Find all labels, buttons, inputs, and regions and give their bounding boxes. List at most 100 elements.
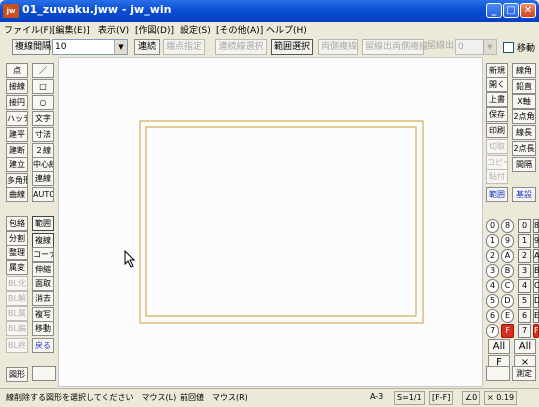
- menu-edit[interactable]: [編集(E)]: [52, 23, 90, 36]
- tool-tangent-circle[interactable]: 接円: [6, 95, 28, 110]
- tool-line[interactable]: ／: [32, 63, 54, 78]
- tool-corner[interactable]: コーナー: [32, 247, 54, 262]
- tool-polygon[interactable]: 多角形: [6, 173, 28, 188]
- tool-copy[interactable]: 複写: [32, 307, 54, 322]
- tool-double-line[interactable]: ２線: [32, 143, 54, 158]
- layer-status[interactable]: [F-F]: [429, 391, 454, 405]
- layer-group-8[interactable]: 8: [501, 219, 514, 233]
- angle-value[interactable]: ∠0: [462, 391, 481, 405]
- layer-group-4[interactable]: 4: [486, 279, 499, 293]
- layer-d[interactable]: D: [533, 294, 539, 308]
- tool-elevation[interactable]: 建立: [6, 157, 28, 172]
- tool-dimension[interactable]: 寸法: [32, 127, 54, 142]
- base-setting-button[interactable]: 基設: [512, 187, 536, 202]
- cut-button[interactable]: 切取: [486, 139, 508, 154]
- layer-group-7[interactable]: 7: [486, 324, 499, 338]
- offset-input[interactable]: 10 ▼: [52, 39, 128, 55]
- continuous-button[interactable]: 連続: [134, 39, 160, 55]
- tool-connect[interactable]: 連線: [32, 171, 54, 186]
- menu-settings[interactable]: 設定(S): [180, 23, 211, 36]
- tool-vertical[interactable]: 鉛直: [512, 79, 536, 94]
- end-out-input[interactable]: 0 ▼: [455, 39, 497, 55]
- tool-chamfer[interactable]: 面取: [32, 276, 54, 291]
- paste-button[interactable]: 貼付: [486, 169, 508, 184]
- layer-9[interactable]: 9: [533, 234, 539, 248]
- layer-group-2[interactable]: 2: [486, 249, 499, 263]
- endpoint-button[interactable]: 端点指定: [163, 39, 205, 55]
- layer-group-6[interactable]: 6: [486, 309, 499, 323]
- layer-group-b[interactable]: B: [501, 264, 514, 278]
- print-button[interactable]: 印刷: [486, 123, 508, 138]
- menu-help[interactable]: ヘルプ(H): [266, 23, 307, 36]
- file-overwrite-button[interactable]: 上書: [486, 92, 508, 107]
- tool-tangent[interactable]: 接線: [6, 79, 28, 94]
- layer-8[interactable]: 8: [533, 219, 539, 233]
- tool-figure[interactable]: 図形: [6, 367, 28, 382]
- layer-0[interactable]: 0: [518, 219, 531, 233]
- layer-7[interactable]: 7: [518, 324, 531, 338]
- layer-group-0[interactable]: 0: [486, 219, 499, 233]
- tool-line-length[interactable]: 線長: [512, 125, 536, 140]
- layer-1[interactable]: 1: [518, 234, 531, 248]
- tool-block-break[interactable]: BL解: [6, 291, 28, 306]
- tool-auto[interactable]: AUTO: [32, 187, 54, 202]
- measure-button[interactable]: 測定: [512, 366, 536, 381]
- layer-6[interactable]: 6: [518, 309, 531, 323]
- close-icon[interactable]: ✕: [520, 3, 536, 18]
- range-button[interactable]: 範囲: [486, 187, 508, 202]
- menu-file[interactable]: ファイル(F): [4, 23, 52, 36]
- layer-3[interactable]: 3: [518, 264, 531, 278]
- layer-e[interactable]: E: [533, 309, 539, 323]
- drawing-canvas[interactable]: [58, 57, 483, 387]
- layer-c[interactable]: C: [533, 279, 539, 293]
- layer-group-3[interactable]: 3: [486, 264, 499, 278]
- chevron-down-icon[interactable]: ▼: [114, 40, 127, 54]
- tool-hatch[interactable]: ハッチ: [6, 111, 28, 126]
- tool-curve[interactable]: 曲線: [6, 187, 28, 202]
- end-both-sides-button[interactable]: 留線出両側複線: [362, 39, 428, 55]
- layer-f-active[interactable]: F: [533, 324, 539, 338]
- tool-blank-left[interactable]: 空白: [32, 366, 56, 381]
- layer-5[interactable]: 5: [518, 294, 531, 308]
- tool-x-axis[interactable]: X軸: [512, 94, 536, 109]
- copy-button[interactable]: コピー: [486, 155, 508, 170]
- tool-interval[interactable]: 間隔: [512, 157, 536, 172]
- layer-group-1[interactable]: 1: [486, 234, 499, 248]
- menu-other[interactable]: [その他(A)]: [216, 23, 263, 36]
- layer-group-f-active[interactable]: F: [501, 324, 514, 338]
- layer-2[interactable]: 2: [518, 249, 531, 263]
- tool-rectangle[interactable]: □: [32, 79, 54, 94]
- layer-group-a[interactable]: A: [501, 249, 514, 263]
- layer-a[interactable]: A: [533, 249, 539, 263]
- tool-blank-right[interactable]: 空白: [486, 366, 510, 381]
- tool-block-attr[interactable]: BL属: [6, 306, 28, 321]
- tool-center-line[interactable]: 中心線: [32, 157, 54, 172]
- layer-group-9[interactable]: 9: [501, 234, 514, 248]
- tool-attr-change[interactable]: 属変: [6, 260, 28, 275]
- tool-undo[interactable]: 戻る: [32, 338, 54, 353]
- maximize-icon[interactable]: □: [503, 3, 519, 18]
- tool-block-make[interactable]: BL化: [6, 276, 28, 291]
- layer-4[interactable]: 4: [518, 279, 531, 293]
- tool-cleanup[interactable]: 整理: [6, 245, 28, 260]
- tool-erase[interactable]: 消去: [32, 291, 54, 306]
- tool-block-end[interactable]: BL終: [6, 338, 28, 353]
- zoom-value[interactable]: × 0.19: [484, 391, 518, 405]
- app-icon[interactable]: jw: [3, 4, 19, 18]
- tool-line-angle[interactable]: 線角: [512, 63, 536, 78]
- tool-text[interactable]: 文字: [32, 111, 54, 126]
- tool-range[interactable]: 範囲: [32, 216, 54, 231]
- menu-draw[interactable]: [作図(D)]: [135, 23, 174, 36]
- scale-value[interactable]: S=1/1: [394, 391, 425, 405]
- tool-envelope[interactable]: 包絡: [6, 216, 28, 231]
- layer-group-5[interactable]: 5: [486, 294, 499, 308]
- both-sides-button[interactable]: 両側複線: [318, 39, 358, 55]
- move-checkbox[interactable]: [503, 42, 514, 53]
- menu-view[interactable]: 表示(V): [98, 23, 129, 36]
- tool-plan[interactable]: 建平: [6, 127, 28, 142]
- tool-offset[interactable]: 複線: [32, 233, 54, 248]
- tool-extend[interactable]: 伸縮: [32, 262, 54, 277]
- layer-group-e[interactable]: E: [501, 309, 514, 323]
- paper-size[interactable]: A-3: [370, 392, 383, 401]
- range-select-button[interactable]: 範囲選択: [271, 39, 313, 55]
